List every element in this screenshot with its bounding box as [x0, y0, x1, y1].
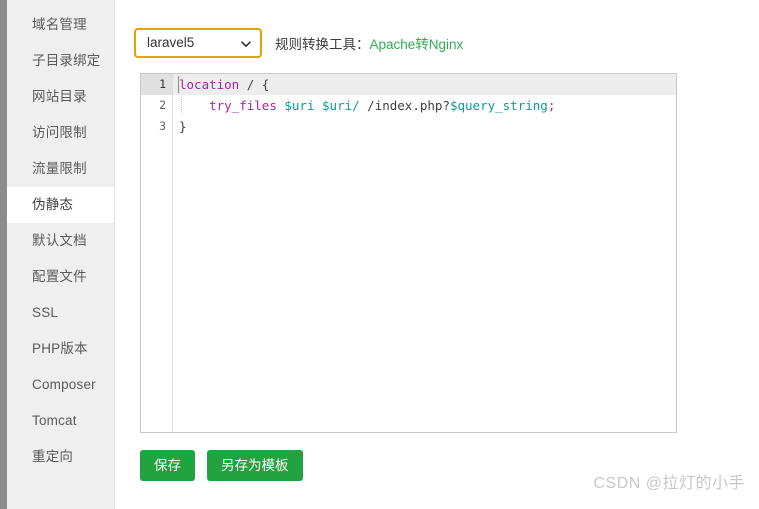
page-scrollbar[interactable] [0, 0, 7, 509]
sidebar: 域名管理子目录绑定网站目录访问限制流量限制伪静态默认文档配置文件 SSL PHP版本… [7, 0, 115, 509]
sidebar-item-label: 配置文件 [32, 269, 87, 284]
sidebar-item-7[interactable]: 配置文件 [7, 259, 114, 295]
sidebar-item-3[interactable]: 访问限制 [7, 115, 114, 151]
toolbar: laravel5 规则转换工具： Apache转Nginx [134, 28, 463, 58]
sidebar-item-label: 网站目录 [32, 89, 87, 104]
sidebar-item-1[interactable]: 子目录绑定 [7, 43, 114, 79]
code-token-var: $uri/ [322, 98, 360, 113]
sidebar-item-label: 子目录绑定 [32, 53, 101, 68]
sidebar-item-label: 默认文档 [32, 233, 87, 248]
code-token-plain: / { [239, 77, 270, 92]
sidebar-item-12[interactable]: 重定向 [7, 439, 114, 475]
sidebar-item-8[interactable]: SSL [7, 295, 114, 331]
sidebar-item-0[interactable]: 域名管理 [7, 7, 114, 43]
sidebar-item-label: 重定向 [32, 449, 74, 464]
chevron-down-icon [240, 37, 252, 49]
rule-template-select[interactable]: laravel5 [134, 28, 262, 58]
sidebar-item-9[interactable]: PHP版本 [7, 331, 114, 367]
save-as-template-button[interactable]: 另存为模板 [207, 450, 303, 481]
sidebar-item-6[interactable]: 默认文档 [7, 223, 114, 259]
editor-line-number: 3 [159, 119, 166, 133]
sidebar-item-label: 访问限制 [32, 125, 87, 140]
sidebar-item-4[interactable]: 流量限制 [7, 151, 114, 187]
editor-code-area[interactable]: location / { try_files $uri $uri/ /index… [173, 74, 676, 432]
main-content: laravel5 规则转换工具： Apache转Nginx 1 2 3 locati… [115, 0, 759, 509]
code-token-kw: location [179, 77, 240, 92]
sidebar-item-label: PHP版本 [32, 341, 88, 356]
code-token-var: $query_string [449, 98, 548, 113]
rule-template-select-value: laravel5 [147, 35, 195, 51]
editor-code-line[interactable]: try_files $uri $uri/ /index.php?$query_s… [173, 95, 676, 116]
rewrite-rule-code-editor[interactable]: 1 2 3 location / { try_files $uri $uri/ /i… [140, 73, 677, 433]
sidebar-item-5[interactable]: 伪静态 [7, 187, 114, 223]
code-token-plain: /index.php? [359, 98, 450, 113]
sidebar-item-list: 域名管理子目录绑定网站目录访问限制流量限制伪静态默认文档配置文件 SSL PHP版本… [7, 0, 114, 475]
action-button-row: 保存 另存为模板 [140, 450, 303, 481]
save-button[interactable]: 保存 [140, 450, 195, 481]
sidebar-item-label: Tomcat [32, 413, 77, 428]
sidebar-item-11[interactable]: Tomcat [7, 403, 114, 439]
code-token-kw: try_files [209, 98, 277, 113]
editor-code-line[interactable]: location / { [173, 74, 676, 95]
sidebar-item-label: 流量限制 [32, 161, 87, 176]
converter-label: 规则转换工具： [275, 37, 370, 52]
apache-to-nginx-link[interactable]: Apache转Nginx [370, 33, 464, 53]
editor-code-line[interactable]: } [173, 116, 676, 137]
editor-line-number: 2 [159, 98, 166, 112]
editor-line-number: 1 [141, 74, 172, 95]
code-token-punct: ; [547, 98, 556, 113]
sidebar-item-2[interactable]: 网站目录 [7, 79, 114, 115]
app-root: 域名管理子目录绑定网站目录访问限制流量限制伪静态默认文档配置文件 SSL PHP版本… [7, 0, 759, 509]
indent-guide [181, 97, 182, 114]
sidebar-item-label: SSL [32, 305, 59, 320]
code-token-var: $uri [284, 98, 315, 113]
code-token-plain: } [179, 119, 187, 134]
page-scrollbar-thumb[interactable] [0, 0, 7, 509]
csdn-watermark: CSDN @拉灯的小手 [593, 475, 745, 492]
sidebar-item-10[interactable]: Composer [7, 367, 114, 403]
sidebar-item-label: 伪静态 [32, 197, 74, 212]
sidebar-item-label: 域名管理 [32, 17, 87, 32]
sidebar-item-label: Composer [32, 377, 96, 392]
editor-line-numbers: 1 2 3 [141, 74, 173, 432]
